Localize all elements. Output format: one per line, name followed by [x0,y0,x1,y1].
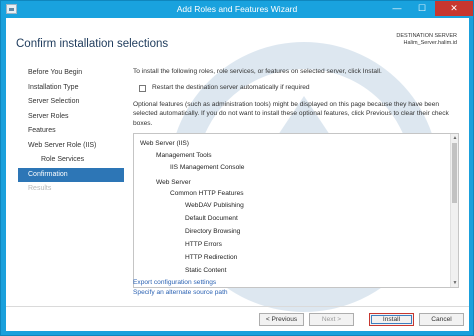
destination-server-name: Halim_Server.halim.id [403,40,458,46]
nav-item-server-roles[interactable]: Server Roles [18,110,124,125]
footer-divider [6,306,469,307]
tree-item: Directory Browsing [185,228,241,235]
export-configuration-link[interactable]: Export configuration settings [133,279,216,286]
scroll-thumb[interactable] [452,143,457,203]
tree-item: IIS Management Console [170,164,245,171]
tree-item: HTTP Errors [185,241,222,248]
title-bar[interactable]: Add Roles and Features Wizard — ☐ ✕ [1,1,473,18]
nav-item-before-you-begin[interactable]: Before You Begin [18,66,124,81]
tree-item: HTTP Redirection [185,254,238,261]
tree-scrollbar[interactable]: ▲ ▼ [450,134,458,287]
wizard-nav: Before You Begin Installation Type Serve… [18,66,124,197]
nav-item-features[interactable]: Features [18,124,124,139]
next-button: Next > [309,313,354,326]
cancel-button[interactable]: Cancel [419,313,464,326]
tree-item: WebDAV Publishing [185,202,244,209]
alternate-source-link[interactable]: Specify an alternate source path [133,289,228,296]
selection-tree[interactable]: Web Server (IIS) Management Tools IIS Ma… [133,133,459,288]
nav-item-results: Results [28,185,52,192]
tree-item: Web Server [156,179,191,186]
maximize-button[interactable]: ☐ [410,1,434,16]
watermark-url: http://blogabdulhalim.blogspot.com/ [6,319,171,329]
tree-item: Static Content [185,267,227,274]
tree-item: Management Tools [156,152,212,159]
tree-item: Default Document [185,215,238,222]
previous-button[interactable]: < Previous [259,313,304,326]
minimize-button[interactable]: — [385,1,409,16]
nav-item-web-server-role[interactable]: Web Server Role (IIS) [18,139,124,154]
nav-item-server-selection[interactable]: Server Selection [18,95,124,110]
install-button[interactable]: Install [369,313,414,326]
scroll-down-icon[interactable]: ▼ [452,280,458,286]
destination-server-label: DESTINATION SERVER [396,33,457,39]
wizard-content: Confirm installation selections DESTINAT… [6,18,469,331]
optional-features-note: Optional features (such as administratio… [133,101,449,127]
close-button[interactable]: ✕ [435,1,473,16]
page-title: Confirm installation selections [16,38,169,50]
intro-text: To install the following roles, role ser… [133,68,382,75]
wizard-window: Add Roles and Features Wizard — ☐ ✕ Conf… [0,0,474,336]
restart-label[interactable]: Restart the destination server automatic… [152,84,310,91]
tree-item: Web Server (IIS) [140,140,189,147]
nav-item-installation-type[interactable]: Installation Type [18,81,124,96]
nav-item-role-services[interactable]: Role Services [18,153,124,168]
nav-item-confirmation[interactable]: Confirmation [18,167,124,182]
scroll-up-icon[interactable]: ▲ [452,135,458,141]
tree-item: Common HTTP Features [170,190,244,197]
restart-checkbox[interactable] [139,85,146,92]
